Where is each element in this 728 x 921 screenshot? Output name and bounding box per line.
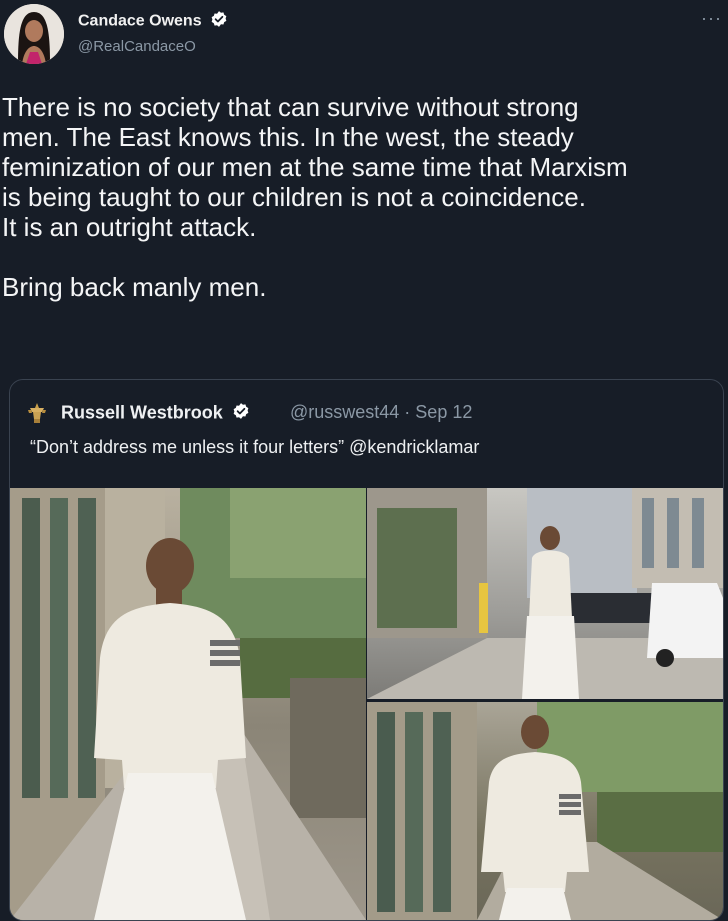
verified-badge-icon — [232, 402, 250, 425]
author-name-row[interactable]: Candace Owens — [78, 10, 228, 33]
author-handle[interactable]: @RealCandaceO — [78, 38, 196, 55]
author-display-name[interactable]: Candace Owens — [78, 13, 202, 30]
quoted-author-name-row[interactable]: Russell Westbrook — [61, 402, 250, 425]
author-photo — [4, 4, 64, 64]
quoted-photo-1[interactable] — [10, 488, 366, 920]
tweet-text: There is no society that can survive wit… — [2, 92, 628, 302]
quoted-tweet-text: “Don’t address me unless it four letters… — [30, 437, 480, 457]
quoted-tweet-card[interactable]: Russell Westbrook @russwest44 · Sep 12 “… — [9, 379, 724, 921]
quoted-photo-2[interactable] — [367, 488, 723, 699]
quoted-author-display-name[interactable]: Russell Westbrook — [61, 402, 223, 422]
quoted-handle-and-date[interactable]: @russwest44 · Sep 12 — [290, 402, 472, 423]
quoted-photo-3[interactable] — [367, 702, 723, 920]
verified-badge-icon — [210, 10, 228, 33]
quoted-author-avatar[interactable] — [25, 401, 49, 425]
author-avatar[interactable] — [4, 4, 64, 64]
more-icon[interactable]: ··· — [701, 8, 722, 29]
